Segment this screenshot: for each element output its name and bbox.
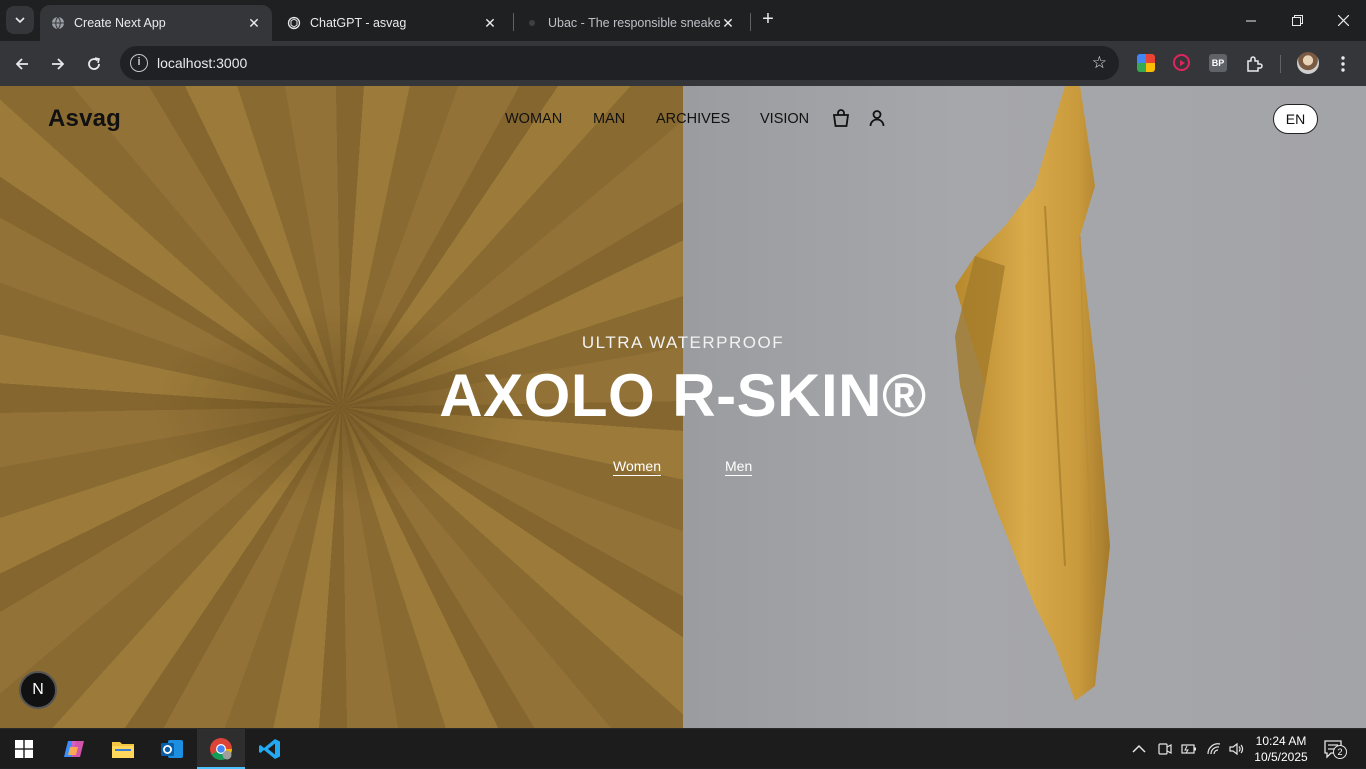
reload-button[interactable] bbox=[81, 51, 107, 77]
nav-archives[interactable]: ARCHIVES bbox=[656, 111, 730, 127]
tab-title: ChatGPT - asvag bbox=[310, 16, 407, 30]
minimize-icon bbox=[1246, 20, 1256, 21]
chatgpt-icon bbox=[286, 15, 302, 31]
chevron-down-icon bbox=[15, 17, 25, 24]
site-logo[interactable]: Asvag bbox=[48, 105, 121, 133]
extensions-button[interactable] bbox=[1241, 51, 1267, 77]
hero-headline: AXOLO R-SKIN® bbox=[439, 362, 927, 429]
tab-close-button[interactable]: ✕ bbox=[482, 15, 498, 32]
windows-taskbar: 10:24 AM 10/5/2025 2 bbox=[0, 728, 1366, 769]
close-window-button[interactable] bbox=[1320, 0, 1366, 41]
browser-toolbar: i localhost:3000 ☆ BP bbox=[0, 41, 1366, 86]
clock-date: 10/5/2025 bbox=[1254, 750, 1308, 764]
tab-title: Create Next App bbox=[74, 16, 166, 30]
show-hidden-icons-button[interactable] bbox=[1132, 729, 1146, 769]
shopping-bag-icon[interactable] bbox=[831, 108, 851, 128]
tab-ubac[interactable]: Ubac - The responsible sneaker ✕ bbox=[514, 5, 746, 41]
kebab-menu-icon bbox=[1341, 56, 1345, 72]
language-selector[interactable]: EN bbox=[1273, 104, 1318, 134]
web-page: Asvag WOMAN MAN ARCHIVES VISION EN ULTRA… bbox=[0, 86, 1366, 728]
site-info-icon[interactable]: i bbox=[130, 54, 148, 72]
folder-icon bbox=[112, 742, 134, 758]
tab-title: Ubac - The responsible sneaker bbox=[548, 16, 720, 30]
windows-logo-icon bbox=[15, 740, 33, 758]
meet-now-icon[interactable] bbox=[1158, 729, 1172, 769]
file-explorer-app[interactable] bbox=[99, 729, 147, 769]
forward-button[interactable] bbox=[45, 51, 71, 77]
profile-avatar[interactable] bbox=[1297, 52, 1319, 74]
nav-man[interactable]: MAN bbox=[593, 111, 625, 127]
arrow-left-icon bbox=[15, 58, 28, 70]
puzzle-icon bbox=[1247, 56, 1263, 72]
back-button[interactable] bbox=[9, 51, 35, 77]
wifi-icon[interactable] bbox=[1206, 729, 1222, 769]
chrome-app[interactable] bbox=[197, 729, 245, 769]
colorful-ext-icon[interactable] bbox=[1137, 54, 1155, 72]
bookmark-star-icon[interactable]: ☆ bbox=[1092, 53, 1107, 73]
tab-close-button[interactable]: ✕ bbox=[720, 15, 736, 32]
battery-icon[interactable] bbox=[1181, 729, 1197, 769]
close-icon bbox=[1337, 15, 1349, 26]
nav-vision[interactable]: VISION bbox=[760, 111, 809, 127]
tab-chatgpt[interactable]: ChatGPT - asvag ✕ bbox=[276, 5, 508, 41]
clock-time: 10:24 AM bbox=[1255, 734, 1307, 748]
shop-men-link[interactable]: Men bbox=[725, 458, 753, 476]
address-bar[interactable]: i localhost:3000 ☆ bbox=[120, 46, 1119, 80]
user-icon[interactable] bbox=[867, 108, 887, 128]
chevron-up-icon bbox=[1132, 744, 1146, 753]
record-ext-icon[interactable] bbox=[1173, 54, 1190, 71]
restore-button[interactable] bbox=[1274, 0, 1320, 41]
copilot-app[interactable] bbox=[50, 729, 98, 769]
vscode-icon bbox=[259, 739, 280, 759]
outlook-icon bbox=[161, 740, 183, 758]
browser-tab-strip: Create Next App ✕ ChatGPT - asvag ✕ Ubac… bbox=[0, 0, 1366, 41]
start-button[interactable] bbox=[0, 729, 48, 769]
tab-close-button[interactable]: ✕ bbox=[246, 15, 262, 32]
toolbar-divider bbox=[1280, 55, 1281, 73]
bp-ext-icon[interactable]: BP bbox=[1209, 54, 1227, 72]
nav-woman[interactable]: WOMAN bbox=[505, 111, 562, 127]
vscode-app[interactable] bbox=[246, 729, 294, 769]
notification-count-badge: 2 bbox=[1333, 745, 1347, 759]
minimize-button[interactable] bbox=[1228, 0, 1274, 41]
tab-search-button[interactable] bbox=[6, 6, 34, 34]
reload-icon bbox=[88, 57, 100, 70]
ubac-icon bbox=[524, 15, 540, 31]
browser-menu-button[interactable] bbox=[1330, 51, 1356, 77]
notification-center-button[interactable]: 2 bbox=[1323, 739, 1347, 759]
globe-icon bbox=[50, 15, 66, 31]
volume-icon[interactable] bbox=[1228, 729, 1244, 769]
tab-create-next-app[interactable]: Create Next App ✕ bbox=[40, 5, 272, 41]
chrome-icon bbox=[210, 738, 232, 760]
copilot-icon bbox=[64, 741, 84, 757]
tab-separator bbox=[750, 13, 751, 31]
new-tab-button[interactable]: + bbox=[757, 8, 779, 30]
system-clock[interactable]: 10:24 AM 10/5/2025 bbox=[1248, 733, 1314, 765]
arrow-right-icon bbox=[52, 58, 65, 70]
restore-icon bbox=[1291, 15, 1303, 26]
outlook-app[interactable] bbox=[148, 729, 196, 769]
url-text[interactable]: localhost:3000 bbox=[157, 55, 247, 71]
hero-eyebrow: ULTRA WATERPROOF bbox=[581, 333, 785, 352]
nextjs-dev-indicator[interactable]: N bbox=[19, 671, 57, 709]
shop-women-link[interactable]: Women bbox=[613, 458, 661, 476]
